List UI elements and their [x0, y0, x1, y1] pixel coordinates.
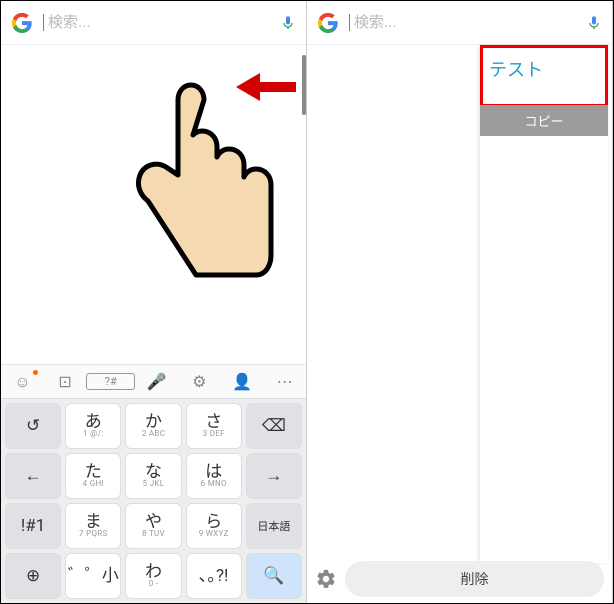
key-3-3[interactable]: ､｡?! — [186, 553, 242, 599]
search-input[interactable] — [349, 14, 586, 31]
key-1-2[interactable]: な5 JKL — [125, 453, 181, 499]
key-0-2[interactable]: か2 ABC — [125, 403, 181, 449]
emoji-icon[interactable]: ☺ — [1, 372, 44, 392]
key-1-1[interactable]: た4 GHI — [65, 453, 121, 499]
screen-after: テスト コピー 削除 — [307, 1, 613, 603]
key-sub: 2 ABC — [142, 429, 165, 438]
delete-button[interactable]: 削除 — [345, 561, 604, 597]
key-0-3[interactable]: さ3 DEF — [186, 403, 242, 449]
key-main: ゛゜小 — [68, 568, 119, 585]
key-main: ､｡?! — [199, 568, 228, 585]
keyboard-toolbar: ☺ ⊡ ?# 🎤 ⚙ 👤 ⋯ — [1, 364, 306, 398]
key-sub: 9 WXYZ — [199, 529, 229, 538]
symbols-key[interactable]: !#1 — [5, 503, 61, 549]
copy-button[interactable]: コピー — [480, 105, 608, 136]
clipboard-item-highlight: テスト — [480, 45, 608, 107]
search-bar — [307, 1, 612, 45]
content-area — [1, 45, 306, 364]
key-sub: 8 TUV — [142, 529, 165, 538]
key-main: 🔍 — [263, 568, 284, 585]
user-icon[interactable]: 👤 — [221, 372, 264, 391]
mic-icon[interactable] — [280, 13, 296, 33]
lang-key[interactable]: 日本語 — [246, 503, 302, 549]
hand-pointer-icon — [106, 75, 276, 285]
backspace-key[interactable]: ⌫ — [246, 403, 302, 449]
key-2-1[interactable]: ま7 PQRS — [65, 503, 121, 549]
sticker-icon[interactable]: ⊡ — [44, 372, 87, 391]
keyboard: ↺ あ1 @/:か2 ABCさ3 DEF ⌫ ← た4 GHIな5 JKLは6 MNO →… — [1, 398, 306, 603]
content-area: テスト コピー 削除 — [307, 45, 612, 603]
edge-panel-handle[interactable] — [302, 55, 306, 115]
key-main: → — [265, 468, 282, 485]
key-sub: 1 @/: — [83, 429, 103, 438]
key-main: ← — [25, 468, 42, 485]
screen-before: ☺ ⊡ ?# 🎤 ⚙ 👤 ⋯ ↺ あ1 @/:か2 ABCさ3 DEF ⌫ ← た4 G… — [1, 1, 307, 603]
key-sub: 6 MNO — [201, 479, 227, 488]
google-logo-icon — [317, 12, 339, 34]
undo-key[interactable]: ↺ — [5, 403, 61, 449]
key-sub: 4 GHI — [83, 479, 104, 488]
clipboard-panel: テスト コピー — [480, 45, 608, 563]
mic-icon[interactable] — [586, 13, 602, 33]
search-bar — [1, 1, 306, 45]
key-main: !#1 — [21, 518, 45, 535]
key-1-3[interactable]: は6 MNO — [186, 453, 242, 499]
key-sub: 5 JKL — [143, 479, 165, 488]
settings-icon[interactable]: ⚙ — [178, 372, 221, 391]
key-2-3[interactable]: ら9 WXYZ — [186, 503, 242, 549]
key-main: ⌫ — [262, 418, 286, 435]
search-input[interactable] — [43, 14, 280, 31]
clipboard-text[interactable]: テスト — [489, 60, 543, 81]
search-key[interactable]: 🔍 — [246, 553, 302, 599]
more-icon[interactable]: ⋯ — [263, 372, 306, 391]
globe-key[interactable]: ⊕ — [5, 553, 61, 599]
panel-bottom-row: 削除 — [307, 561, 612, 597]
key-sub: 3 DEF — [203, 429, 225, 438]
google-logo-icon — [11, 12, 33, 34]
key-main: 日本語 — [257, 521, 290, 532]
key-main: ⊕ — [26, 568, 40, 585]
key-sub: 7 PQRS — [79, 529, 108, 538]
right-key[interactable]: → — [246, 453, 302, 499]
key-main: ↺ — [26, 418, 40, 435]
voice-icon[interactable]: 🎤 — [135, 372, 178, 391]
key-2-2[interactable]: や8 TUV — [125, 503, 181, 549]
gear-icon[interactable] — [315, 568, 337, 590]
left-key[interactable]: ← — [5, 453, 61, 499]
key-3-1[interactable]: ゛゜小 — [65, 553, 121, 599]
gif-icon[interactable]: ?# — [86, 373, 135, 390]
key-0-1[interactable]: あ1 @/: — [65, 403, 121, 449]
key-3-2[interactable]: わ0 - — [125, 553, 181, 599]
key-sub: 0 - — [149, 579, 159, 588]
